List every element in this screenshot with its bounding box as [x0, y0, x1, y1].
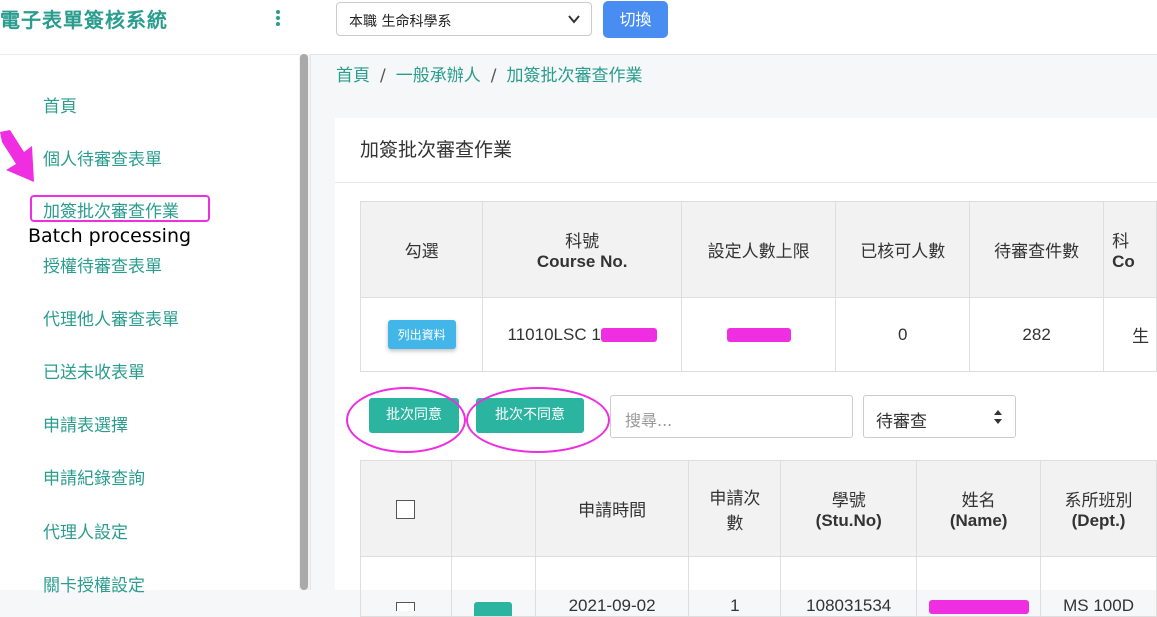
annotation-label: Batch processing [28, 225, 192, 247]
sidebar-item-authorized-review[interactable]: 授權待審查表單 [43, 252, 162, 277]
sidebar: 電子表單簽核系統 [0, 0, 311, 590]
header-dept-zh: 系所班別 [1064, 491, 1133, 510]
breadcrumb: 首頁 / 一般承辦人 / 加簽批次審查作業 [336, 66, 643, 86]
status-filter-select[interactable]: 待審查 [863, 395, 1016, 438]
sidebar-item-stage-authorization[interactable]: 關卡授權設定 [43, 571, 145, 596]
highlight-box [30, 195, 210, 222]
expand-button[interactable] [474, 602, 513, 616]
redaction-mark [928, 599, 1029, 614]
course-no-text: 11010LSC 1 [507, 324, 601, 344]
chevron-down-icon [568, 15, 580, 24]
kebab-menu-icon[interactable] [272, 8, 284, 30]
cell-approved: 0 [835, 297, 971, 372]
header-time: 申請時間 [534, 460, 690, 557]
breadcrumb-general[interactable]: 一般承辦人 [396, 66, 481, 86]
brand-bar: 電子表單簽核系統 [0, 0, 310, 55]
header-limit: 設定人數上限 [681, 201, 837, 298]
page-title: 加簽批次審查作業 [360, 139, 513, 161]
sidebar-item-sent-unreceived[interactable]: 已送未收表單 [43, 358, 145, 383]
header-next-zh: 科 [1112, 232, 1130, 251]
header-course-zh: 科號 [565, 232, 600, 251]
sidebar-item-home[interactable]: 首頁 [43, 92, 77, 117]
cell-name [916, 556, 1042, 617]
highlight-circle [466, 387, 610, 453]
cell-stu-no: 108031534 [780, 556, 918, 617]
search-placeholder: 搜尋... [625, 411, 673, 430]
cell-time: 2021-09-02 [534, 556, 690, 617]
scrollbar-thumb[interactable] [300, 54, 308, 590]
header-count-2: 數 [726, 513, 744, 533]
card-divider [335, 182, 1157, 183]
breadcrumb-current: 加簽批次審查作業 [506, 66, 643, 86]
sidebar-item-proxy-review[interactable]: 代理他人審查表單 [43, 305, 179, 330]
header-next-en: Co [1112, 252, 1135, 271]
header-dept-en: (Dept.) [1071, 511, 1126, 530]
topbar: 本職 生命科學系 切換 [310, 0, 1157, 55]
status-filter-value: 待審查 [876, 412, 927, 432]
cell-select: 列出資料 [359, 297, 484, 372]
cell-limit [681, 297, 837, 372]
header-select: 勾選 [359, 201, 484, 298]
list-data-button[interactable]: 列出資料 [387, 320, 456, 349]
cell-next: 生 [1103, 297, 1157, 372]
header-next: 科 Co [1103, 201, 1157, 298]
role-select-value: 本職 生命科學系 [349, 14, 452, 30]
switch-button[interactable]: 切換 [603, 1, 668, 38]
header-course-en: Course No. [536, 252, 628, 271]
highlight-circle [346, 387, 466, 453]
select-all-checkbox[interactable] [396, 499, 416, 519]
sidebar-item-proxy-settings[interactable]: 代理人設定 [43, 518, 128, 543]
row-checkbox[interactable] [396, 602, 416, 612]
header-checkbox [360, 460, 452, 557]
sidebar-item-personal-review[interactable]: 個人待審查表單 [43, 145, 162, 170]
header-stu-en: (Stu.No) [815, 511, 882, 530]
cell-dept: MS 100D [1040, 556, 1157, 617]
breadcrumb-home[interactable]: 首頁 [336, 66, 370, 86]
header-dept: 系所班別 (Dept.) [1040, 460, 1157, 557]
pointer-arrow-icon [0, 130, 34, 182]
redaction-mark [726, 328, 791, 343]
cell-count: 1 [688, 556, 782, 617]
redaction-mark [600, 328, 657, 343]
header-approved: 已核可人數 [835, 201, 971, 298]
header-count: 申請次數 [688, 460, 782, 557]
sort-updown-icon [994, 410, 1002, 424]
cell-course-no: 11010LSC 1 [482, 297, 683, 372]
header-name-zh: 姓名 [961, 491, 996, 510]
role-select[interactable]: 本職 生命科學系 [336, 2, 592, 36]
sidebar-item-form-select[interactable]: 申請表選擇 [43, 411, 128, 436]
cell-pending: 282 [969, 297, 1105, 372]
sidebar-scrollbar[interactable] [299, 54, 310, 590]
header-name: 姓名 (Name) [916, 460, 1042, 557]
table-row: 列出資料 11010LSC 1 0 282 生 [359, 297, 1157, 372]
sidebar-item-records[interactable]: 申請紀錄查詢 [43, 464, 145, 489]
course-table: 勾選 科號 Course No. 設定人數上限 已核可人數 待審查件數 科 Co 列… [359, 201, 1157, 372]
header-expand [450, 460, 536, 557]
app-title: 電子表單簽核系統 [0, 8, 168, 32]
header-stu-no: 學號 (Stu.No) [780, 460, 918, 557]
header-count-1: 申請次 [709, 488, 761, 508]
applications-table: 申請時間 申請次數 學號 (Stu.No) 姓名 (Name) 系所班別 (Dept.… [360, 460, 1157, 617]
header-pending: 待審查件數 [969, 201, 1105, 298]
header-stu-zh: 學號 [831, 491, 866, 510]
header-name-en: (Name) [949, 511, 1008, 530]
header-course: 科號 Course No. [482, 201, 683, 298]
search-input[interactable]: 搜尋... [610, 395, 853, 438]
cell-expand [450, 556, 536, 617]
table-row: 2021-09-02 1 108031534 MS 100D [360, 556, 1157, 617]
cell-checkbox [360, 556, 452, 617]
